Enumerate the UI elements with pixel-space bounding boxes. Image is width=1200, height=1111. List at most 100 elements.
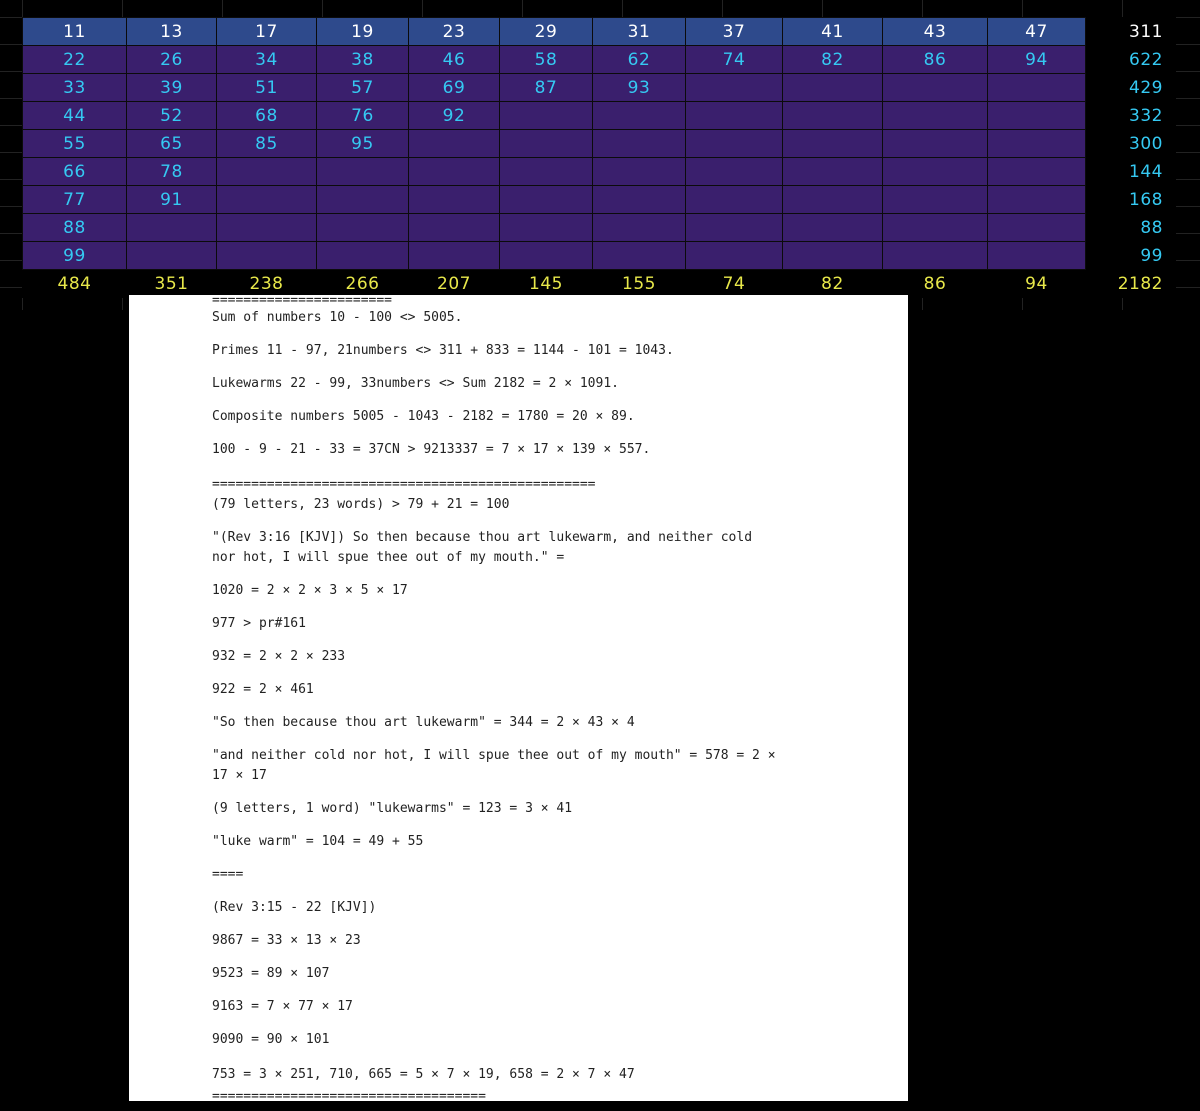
table-cell[interactable]: 238 bbox=[216, 269, 317, 298]
table-cell[interactable] bbox=[592, 157, 686, 186]
table-cell[interactable]: 82 bbox=[782, 269, 883, 298]
table-cell[interactable] bbox=[316, 157, 409, 186]
row-total-cell[interactable]: 622 bbox=[1085, 45, 1176, 74]
table-cell[interactable]: 29 bbox=[499, 17, 593, 46]
table-cell[interactable]: 82 bbox=[782, 45, 883, 74]
table-cell[interactable]: 86 bbox=[882, 45, 988, 74]
table-cell[interactable]: 58 bbox=[499, 45, 593, 74]
table-cell[interactable] bbox=[882, 101, 988, 130]
table-cell[interactable]: 145 bbox=[499, 269, 593, 298]
table-cell[interactable] bbox=[782, 73, 883, 102]
table-cell[interactable] bbox=[987, 129, 1086, 158]
table-cell[interactable]: 43 bbox=[882, 17, 988, 46]
table-cell[interactable]: 74 bbox=[685, 45, 783, 74]
table-cell[interactable] bbox=[499, 185, 593, 214]
table-cell[interactable] bbox=[408, 241, 500, 270]
table-cell[interactable]: 19 bbox=[316, 17, 409, 46]
table-cell[interactable]: 62 bbox=[592, 45, 686, 74]
table-cell[interactable]: 78 bbox=[126, 157, 217, 186]
row-total-cell[interactable]: 2182 bbox=[1085, 269, 1176, 298]
table-cell[interactable] bbox=[882, 241, 988, 270]
table-cell[interactable] bbox=[685, 241, 783, 270]
table-cell[interactable] bbox=[592, 185, 686, 214]
table-cell[interactable]: 207 bbox=[408, 269, 500, 298]
table-cell[interactable] bbox=[499, 241, 593, 270]
table-cell[interactable] bbox=[499, 129, 593, 158]
table-cell[interactable]: 55 bbox=[22, 129, 127, 158]
table-cell[interactable] bbox=[987, 241, 1086, 270]
table-cell[interactable] bbox=[987, 213, 1086, 242]
table-cell[interactable] bbox=[882, 213, 988, 242]
table-cell[interactable] bbox=[782, 157, 883, 186]
table-cell[interactable] bbox=[126, 241, 217, 270]
row-total-cell[interactable]: 144 bbox=[1085, 157, 1176, 186]
table-cell[interactable]: 46 bbox=[408, 45, 500, 74]
table-cell[interactable] bbox=[216, 213, 317, 242]
table-cell[interactable]: 76 bbox=[316, 101, 409, 130]
table-cell[interactable]: 94 bbox=[987, 45, 1086, 74]
table-cell[interactable] bbox=[408, 213, 500, 242]
row-total-cell[interactable]: 88 bbox=[1085, 213, 1176, 242]
table-cell[interactable]: 95 bbox=[316, 129, 409, 158]
table-cell[interactable] bbox=[882, 185, 988, 214]
table-cell[interactable]: 88 bbox=[22, 213, 127, 242]
table-cell[interactable] bbox=[408, 129, 500, 158]
table-cell[interactable] bbox=[408, 185, 500, 214]
table-cell[interactable]: 57 bbox=[316, 73, 409, 102]
table-cell[interactable]: 74 bbox=[685, 269, 783, 298]
table-cell[interactable]: 22 bbox=[22, 45, 127, 74]
table-cell[interactable] bbox=[685, 213, 783, 242]
table-cell[interactable] bbox=[316, 241, 409, 270]
table-cell[interactable]: 351 bbox=[126, 269, 217, 298]
table-cell[interactable]: 47 bbox=[987, 17, 1086, 46]
table-cell[interactable]: 34 bbox=[216, 45, 317, 74]
table-cell[interactable]: 38 bbox=[316, 45, 409, 74]
row-total-cell[interactable]: 99 bbox=[1085, 241, 1176, 270]
table-cell[interactable] bbox=[499, 157, 593, 186]
table-cell[interactable] bbox=[685, 129, 783, 158]
table-cell[interactable]: 86 bbox=[882, 269, 988, 298]
table-cell[interactable] bbox=[685, 73, 783, 102]
table-cell[interactable]: 68 bbox=[216, 101, 317, 130]
table-cell[interactable]: 44 bbox=[22, 101, 127, 130]
table-cell[interactable]: 17 bbox=[216, 17, 317, 46]
table-cell[interactable] bbox=[782, 241, 883, 270]
table-cell[interactable]: 51 bbox=[216, 73, 317, 102]
table-cell[interactable]: 69 bbox=[408, 73, 500, 102]
row-total-cell[interactable]: 168 bbox=[1085, 185, 1176, 214]
table-cell[interactable] bbox=[987, 157, 1086, 186]
table-cell[interactable]: 77 bbox=[22, 185, 127, 214]
table-cell[interactable]: 65 bbox=[126, 129, 217, 158]
table-cell[interactable] bbox=[882, 157, 988, 186]
table-cell[interactable] bbox=[216, 185, 317, 214]
table-cell[interactable] bbox=[685, 101, 783, 130]
table-cell[interactable]: 91 bbox=[126, 185, 217, 214]
table-cell[interactable] bbox=[685, 157, 783, 186]
table-cell[interactable] bbox=[499, 101, 593, 130]
table-cell[interactable]: 31 bbox=[592, 17, 686, 46]
table-cell[interactable]: 23 bbox=[408, 17, 500, 46]
table-cell[interactable] bbox=[882, 129, 988, 158]
table-cell[interactable] bbox=[685, 185, 783, 214]
table-cell[interactable]: 66 bbox=[22, 157, 127, 186]
table-cell[interactable] bbox=[316, 213, 409, 242]
table-cell[interactable]: 155 bbox=[592, 269, 686, 298]
table-cell[interactable]: 92 bbox=[408, 101, 500, 130]
table-cell[interactable] bbox=[782, 129, 883, 158]
table-cell[interactable] bbox=[499, 213, 593, 242]
table-cell[interactable] bbox=[782, 185, 883, 214]
table-cell[interactable]: 85 bbox=[216, 129, 317, 158]
table-cell[interactable] bbox=[987, 73, 1086, 102]
table-cell[interactable]: 11 bbox=[22, 17, 127, 46]
table-cell[interactable] bbox=[316, 185, 409, 214]
row-total-cell[interactable]: 311 bbox=[1085, 17, 1176, 46]
table-cell[interactable] bbox=[782, 101, 883, 130]
row-total-cell[interactable]: 300 bbox=[1085, 129, 1176, 158]
table-cell[interactable]: 37 bbox=[685, 17, 783, 46]
table-cell[interactable]: 13 bbox=[126, 17, 217, 46]
table-cell[interactable] bbox=[592, 213, 686, 242]
table-cell[interactable]: 94 bbox=[987, 269, 1086, 298]
table-cell[interactable] bbox=[216, 241, 317, 270]
table-cell[interactable]: 266 bbox=[316, 269, 409, 298]
table-cell[interactable]: 484 bbox=[22, 269, 127, 298]
